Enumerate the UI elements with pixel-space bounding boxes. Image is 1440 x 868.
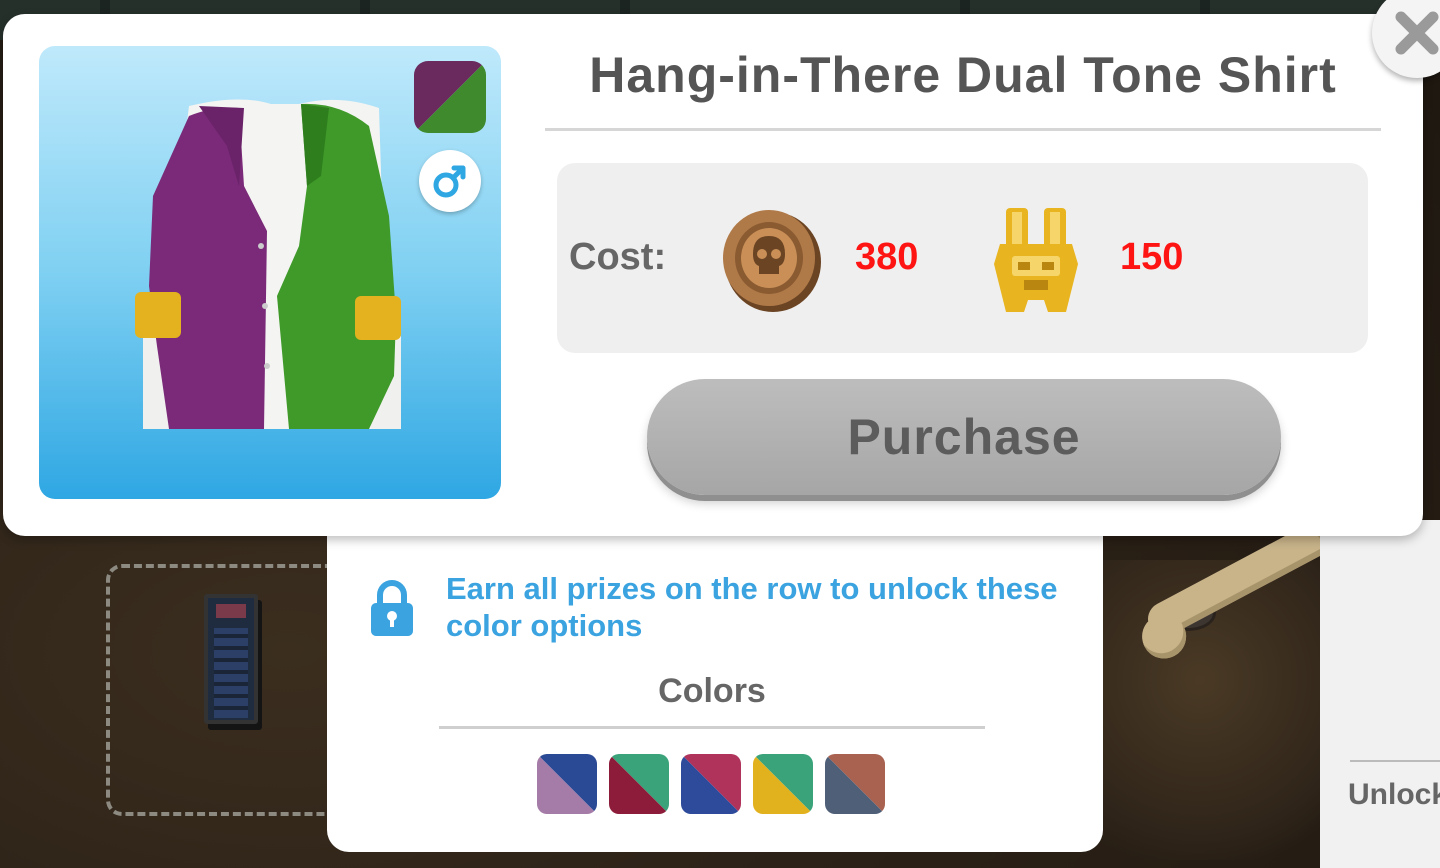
purchase-button[interactable]: Purchase (647, 379, 1281, 495)
skull-coin-cost: 380 (855, 236, 919, 278)
color-swatch-1[interactable] (537, 754, 597, 814)
male-icon (433, 165, 466, 198)
skull-coin-icon (723, 210, 821, 312)
golden-totem-icon (994, 208, 1078, 312)
colors-title: Colors (658, 672, 766, 710)
cost-label: Cost: (569, 236, 667, 278)
selected-color-badge (414, 61, 486, 133)
unlock-message: Earn all prizes on the row to unlock the… (446, 571, 1058, 643)
gender-badge (419, 150, 481, 212)
color-swatch-4[interactable] (753, 754, 813, 814)
door-prize-icon (204, 594, 258, 724)
close-icon (1395, 11, 1439, 55)
color-swatch-5[interactable] (825, 754, 885, 814)
title-divider (545, 128, 1381, 131)
lock-icon (371, 580, 413, 636)
side-unlock-label: Unlock (1348, 778, 1440, 811)
colors-divider (439, 726, 985, 729)
cost-box (557, 163, 1368, 353)
item-title: Hang-in-There Dual Tone Shirt (589, 47, 1337, 103)
color-swatch-2[interactable] (609, 754, 669, 814)
color-swatch-list (537, 754, 885, 814)
side-panel-divider (1350, 760, 1440, 762)
color-swatch-3[interactable] (681, 754, 741, 814)
totem-cost: 150 (1120, 236, 1184, 278)
side-panel (1320, 520, 1440, 868)
